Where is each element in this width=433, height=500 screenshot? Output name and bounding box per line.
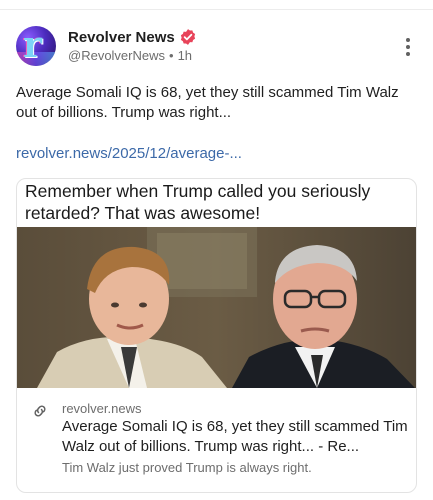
post: r Revolver News @RevolverNews • 1h Avera…: [0, 10, 433, 500]
author-name[interactable]: Revolver News: [68, 29, 175, 46]
author-meta-row: @RevolverNews • 1h: [68, 48, 192, 63]
more-dot: [406, 45, 410, 49]
post-link[interactable]: revolver.news/2025/12/average-...: [16, 145, 242, 162]
author-name-row: Revolver News: [68, 27, 197, 47]
meta-separator: •: [169, 48, 174, 63]
more-dot: [406, 52, 410, 56]
author-handle[interactable]: @RevolverNews: [68, 48, 165, 63]
card-headline: Remember when Trump called you seriously…: [25, 181, 371, 223]
card-domain: revolver.news: [62, 401, 142, 416]
link-icon: [34, 405, 46, 417]
post-time: 1h: [177, 48, 193, 63]
link-preview-card[interactable]: Remember when Trump called you seriously…: [16, 178, 417, 493]
verified-badge-icon: [180, 29, 195, 45]
revolver-logo-icon: r: [23, 26, 42, 66]
more-dot: [406, 38, 410, 42]
more-vertical-icon[interactable]: [405, 38, 411, 56]
card-title: Average Somali IQ is 68, yet they still …: [62, 418, 408, 455]
card-photo: [17, 227, 416, 388]
card-description: Tim Walz just proved Trump is always rig…: [62, 460, 312, 475]
card-image[interactable]: [17, 227, 416, 388]
post-text: Average Somali IQ is 68, yet they still …: [16, 84, 399, 121]
avatar[interactable]: r: [16, 26, 56, 66]
